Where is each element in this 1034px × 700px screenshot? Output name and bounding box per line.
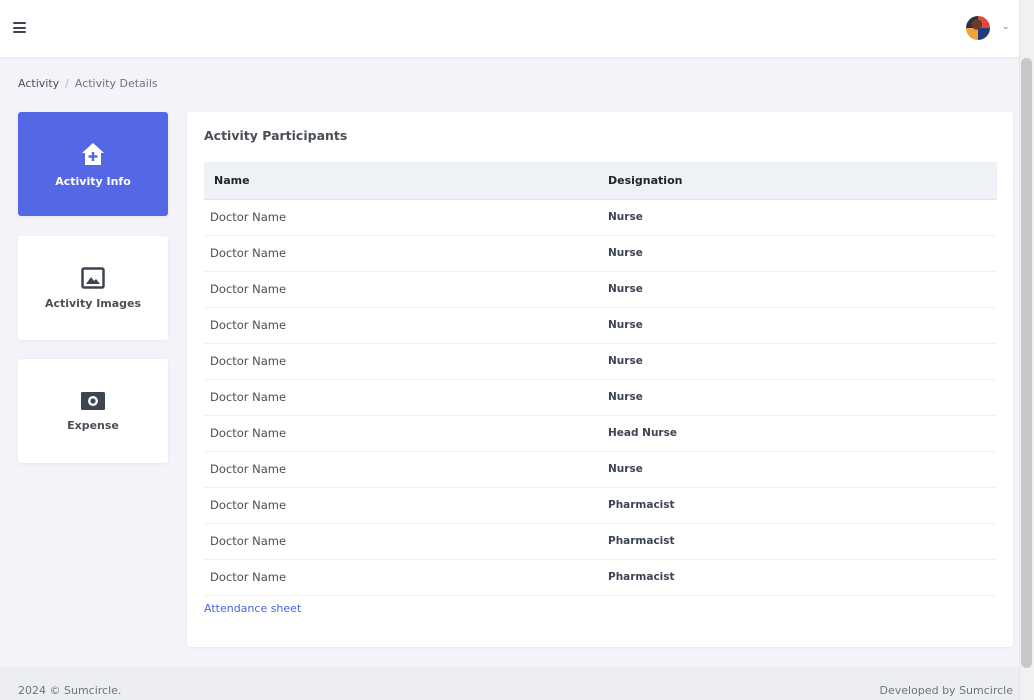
image-icon — [81, 266, 105, 289]
participant-name: Doctor Name — [210, 426, 287, 440]
participants-table: Name Designation Doctor Name Nurse Doctor … — [204, 162, 997, 596]
table-body: Doctor Name Nurse Doctor Name Nurse Doctor N… — [204, 199, 997, 595]
participant-name: Doctor Name — [210, 390, 287, 404]
table-row: Doctor Name Nurse — [204, 271, 997, 307]
tile-label: Activity Images — [44, 296, 142, 310]
participant-designation: Head Nurse — [608, 427, 677, 439]
table-header-row: Name Designation — [204, 162, 997, 200]
participant-designation: Nurse — [608, 211, 643, 223]
participant-designation: Nurse — [608, 283, 643, 295]
footer-copyright: 2024 © Sumcircle. — [18, 684, 122, 697]
table-row: Doctor Name Nurse — [204, 307, 997, 343]
participant-designation: Pharmacist — [608, 499, 675, 511]
participant-name: Doctor Name — [210, 318, 287, 332]
column-header-name: Name — [204, 162, 608, 200]
participant-designation: Pharmacist — [608, 535, 675, 547]
house-plus-icon — [82, 142, 104, 165]
participants-card: Activity Participants Name Designation D… — [187, 112, 1013, 647]
participant-designation: Pharmacist — [608, 571, 675, 583]
footer-credit: Developed by Sumcircle — [879, 684, 1013, 697]
breadcrumb-activity[interactable]: Activity — [18, 77, 59, 90]
tile-label: Expense — [67, 418, 119, 432]
top-bar: ⌄ — [0, 0, 1034, 57]
participant-name: Doctor Name — [210, 498, 287, 512]
participant-designation: Nurse — [608, 355, 643, 367]
participant-name: Doctor Name — [210, 534, 287, 548]
table-row: Doctor Name Nurse — [204, 343, 997, 379]
chevron-down-icon[interactable]: ⌄ — [1002, 22, 1010, 32]
attendance-sheet-link[interactable]: Attendance sheet — [204, 602, 301, 615]
card-title: Activity Participants — [204, 128, 348, 143]
participant-name: Doctor Name — [210, 570, 287, 584]
column-header-designation: Designation — [608, 162, 997, 200]
tile-expense[interactable]: Expense — [18, 359, 168, 463]
money-icon — [81, 391, 105, 410]
participant-name: Doctor Name — [210, 354, 287, 368]
participant-name: Doctor Name — [210, 246, 287, 260]
hamburger-icon[interactable] — [13, 22, 26, 33]
footer: 2024 © Sumcircle. Developed by Sumcircle — [0, 667, 1019, 700]
scrollbar-thumb[interactable] — [1021, 58, 1032, 668]
table-row: Doctor Name Nurse — [204, 235, 997, 271]
table-row: Doctor Name Nurse — [204, 379, 997, 415]
breadcrumb-separator: / — [65, 77, 69, 90]
participant-designation: Nurse — [608, 319, 643, 331]
participant-designation: Nurse — [608, 391, 643, 403]
tile-label: Activity Info — [55, 174, 131, 188]
tile-activity-info[interactable]: Activity Info — [18, 112, 168, 216]
table-row: Doctor Name Pharmacist — [204, 559, 997, 595]
table-row: Doctor Name Nurse — [204, 199, 997, 235]
participant-name: Doctor Name — [210, 210, 287, 224]
table-row: Doctor Name Pharmacist — [204, 523, 997, 559]
table-row: Doctor Name Nurse — [204, 451, 997, 487]
participant-designation: Nurse — [608, 463, 643, 475]
participant-name: Doctor Name — [210, 282, 287, 296]
table-row: Doctor Name Pharmacist — [204, 487, 997, 523]
tile-activity-images[interactable]: Activity Images — [18, 236, 168, 340]
participant-designation: Nurse — [608, 247, 643, 259]
breadcrumb: Activity / Activity Details — [18, 77, 158, 90]
breadcrumb-activity-details: Activity Details — [74, 77, 158, 90]
user-avatar[interactable] — [966, 16, 990, 40]
table-row: Doctor Name Head Nurse — [204, 415, 997, 451]
participant-name: Doctor Name — [210, 462, 287, 476]
